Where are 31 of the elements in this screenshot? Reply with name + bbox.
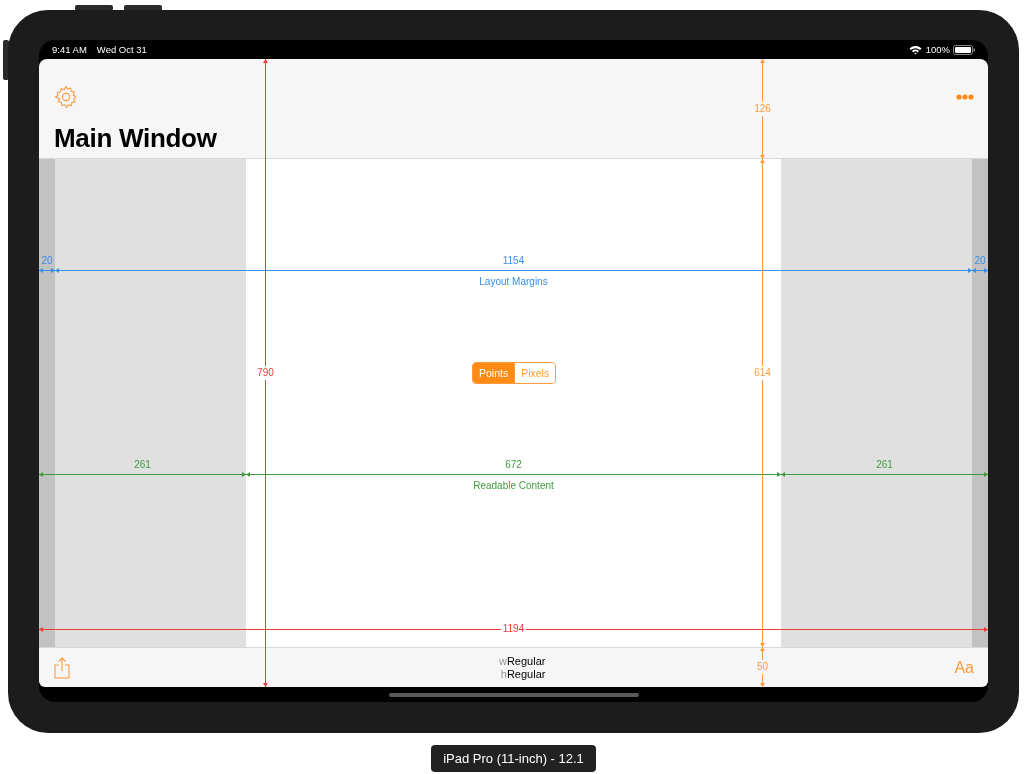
size-class-label: hRegular <box>500 667 546 681</box>
size-class-label: wRegular <box>498 654 546 668</box>
settings-icon <box>54 85 78 109</box>
share-button[interactable] <box>54 656 70 679</box>
status-time: 9:41 AM <box>52 44 87 55</box>
guide-caption: Layout Margins <box>479 276 548 287</box>
dimension-label: 261 <box>876 459 893 471</box>
dimension-label: 1194 <box>500 623 527 635</box>
status-date: Wed Oct 31 <box>96 44 147 55</box>
dimension-label: 261 <box>134 459 151 471</box>
dimension-label: 790 <box>257 366 274 380</box>
battery-icon <box>953 44 975 55</box>
more-button[interactable] <box>956 94 974 100</box>
guide-caption: Readable Content <box>473 480 554 491</box>
unit-segment[interactable]: Pixels <box>514 363 556 383</box>
device-name-label: iPad Pro (11-inch) - 12.1 <box>431 745 596 772</box>
dimension-label: 50 <box>756 660 769 674</box>
dimension-label: 1154 <box>502 255 525 267</box>
wifi-icon <box>908 44 922 55</box>
battery-percent: 100% <box>925 44 950 55</box>
text-size-button[interactable]: Aa <box>954 658 974 677</box>
dimension-label: 20 <box>41 255 53 267</box>
dimension-label: 20 <box>974 255 986 267</box>
dimension-label: 126 <box>754 102 771 116</box>
unit-segment[interactable]: Points <box>473 363 515 383</box>
more-icon <box>956 94 974 100</box>
share-icon <box>54 656 70 679</box>
settings-button[interactable] <box>54 85 78 109</box>
dimension-label: 614 <box>754 366 771 380</box>
window-title: Main Window <box>54 123 218 154</box>
dimension-label: 672 <box>505 459 522 471</box>
